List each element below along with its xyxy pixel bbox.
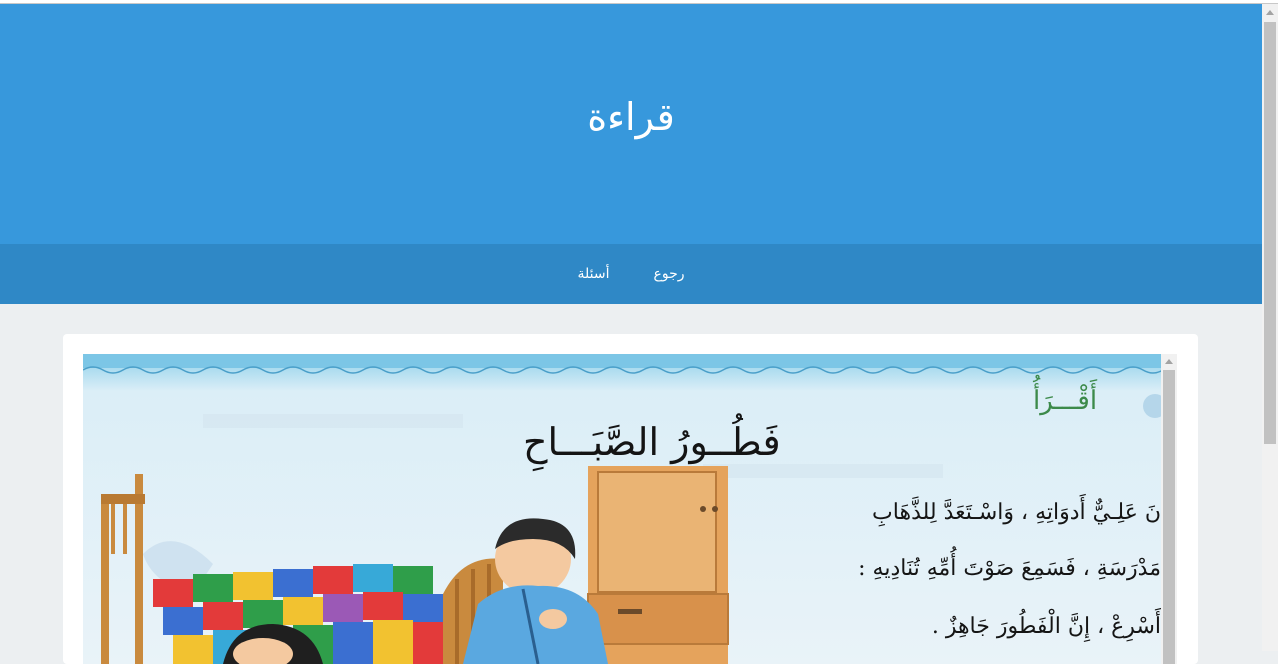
main-nav: رجوع أسئلة bbox=[0, 244, 1262, 304]
scroll-up-arrow-icon[interactable] bbox=[1266, 10, 1274, 15]
page-header: قراءة bbox=[0, 4, 1262, 244]
scrollbar-thumb[interactable] bbox=[1163, 370, 1175, 664]
page-title: قراءة bbox=[587, 95, 675, 139]
content-card: أَقْـــرَأُ فَطُــورُ الصَّبَـــاحِ نَ ع… bbox=[63, 334, 1198, 664]
story-line: نَ عَلِـيٌّ أَدوَاتِهِ ، وَاسْـتَعَدَّ ل… bbox=[872, 500, 1161, 525]
nav-back-link[interactable]: رجوع bbox=[654, 266, 685, 282]
story-line: مَدْرَسَةِ ، فَسَمِعَ صَوْتَ أُمِّهِ تُن… bbox=[858, 556, 1161, 581]
nav-questions-link[interactable]: أسئلة bbox=[578, 266, 610, 282]
image-scrollbar[interactable] bbox=[1161, 354, 1177, 664]
scroll-up-arrow-icon[interactable] bbox=[1165, 359, 1173, 364]
scrollbar-thumb[interactable] bbox=[1264, 22, 1276, 444]
page-scrollbar[interactable] bbox=[1262, 4, 1278, 651]
lesson-tag: أَقْـــرَأُ bbox=[1033, 386, 1098, 416]
lesson-image-frame[interactable]: أَقْـــرَأُ فَطُــورُ الصَّبَـــاحِ نَ ع… bbox=[83, 354, 1177, 664]
story-title: فَطُــورُ الصَّبَـــاحِ bbox=[523, 420, 781, 464]
story-line: أَسْرِعْ ، إِنَّ الْفَطُورَ جَاهِزٌ . bbox=[931, 614, 1161, 639]
